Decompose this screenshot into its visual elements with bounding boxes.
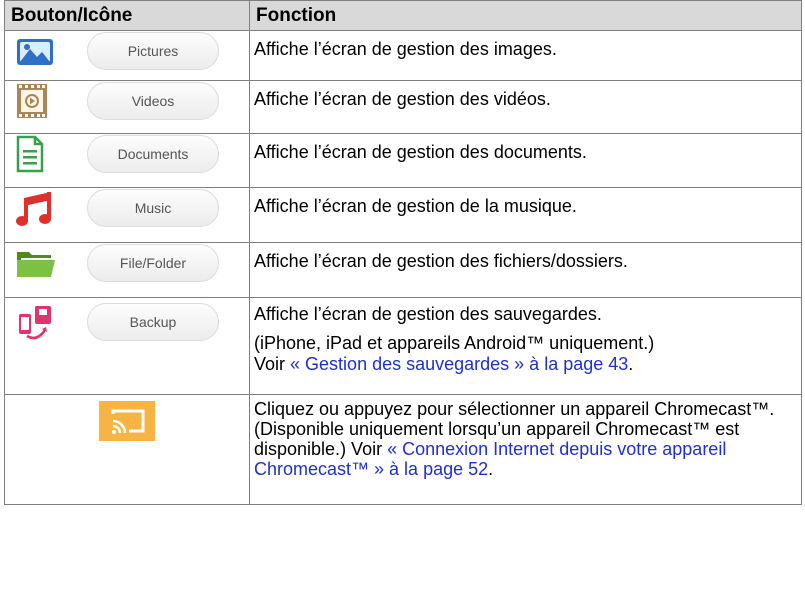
- table-row: Music Affiche l’écran de gestion de la m…: [4, 187, 802, 243]
- see-label: Voir: [254, 354, 291, 374]
- videos-button[interactable]: Videos: [87, 82, 219, 120]
- table-row: Videos Affiche l’écran de gestion des vi…: [4, 80, 802, 134]
- backup-icon: [15, 303, 67, 343]
- link-period: .: [628, 354, 634, 374]
- table-row: Cliquez ou appuyez pour sélectionner un …: [4, 394, 802, 505]
- pictures-icon: [15, 31, 67, 71]
- table-header-row: Bouton/Icône Fonction: [4, 0, 802, 31]
- documents-icon: [15, 134, 67, 174]
- table-row: Pictures Affiche l’écran de gestion des …: [4, 30, 802, 81]
- backup-description: Affiche l’écran de gestion des sauvegard…: [254, 304, 602, 324]
- row-description: Affiche l’écran de gestion des fichiers/…: [249, 242, 802, 298]
- backup-see: Voir « Gestion des sauvegardes » à la pa…: [254, 354, 797, 375]
- table-row: File/Folder Affiche l’écran de gestion d…: [4, 242, 802, 298]
- backup-note: (iPhone, iPad et appareils Android™ uniq…: [254, 333, 655, 353]
- music-icon: [15, 188, 67, 228]
- folder-icon: [15, 243, 67, 283]
- row-description: Affiche l’écran de gestion de la musique…: [249, 187, 802, 243]
- file-folder-button[interactable]: File/Folder: [87, 244, 219, 282]
- table-row: Documents Affiche l’écran de gestion des…: [4, 133, 802, 188]
- backup-page-link[interactable]: « Gestion des sauvegardes » à la page 43: [290, 354, 628, 374]
- documents-button[interactable]: Documents: [87, 135, 219, 173]
- row-description: Affiche l’écran de gestion des vidéos.: [249, 80, 802, 134]
- row-description: Affiche l’écran de gestion des images.: [249, 30, 802, 81]
- row-description: Cliquez ou appuyez pour sélectionner un …: [249, 394, 802, 505]
- row-description: Affiche l’écran de gestion des sauvegard…: [249, 297, 802, 395]
- row-description: Affiche l’écran de gestion des documents…: [249, 133, 802, 188]
- cast-icon[interactable]: [99, 401, 155, 441]
- function-table: Bouton/Icône Fonction Pictures Affiche l…: [4, 0, 802, 505]
- videos-icon: [15, 81, 67, 121]
- header-button-icon: Bouton/Icône: [4, 0, 250, 31]
- header-function: Fonction: [249, 0, 802, 31]
- table-row: Backup Affiche l’écran de gestion des sa…: [4, 297, 802, 395]
- pictures-button[interactable]: Pictures: [87, 32, 219, 70]
- music-button[interactable]: Music: [87, 189, 219, 227]
- link-period: .: [488, 459, 494, 479]
- backup-button[interactable]: Backup: [87, 303, 219, 341]
